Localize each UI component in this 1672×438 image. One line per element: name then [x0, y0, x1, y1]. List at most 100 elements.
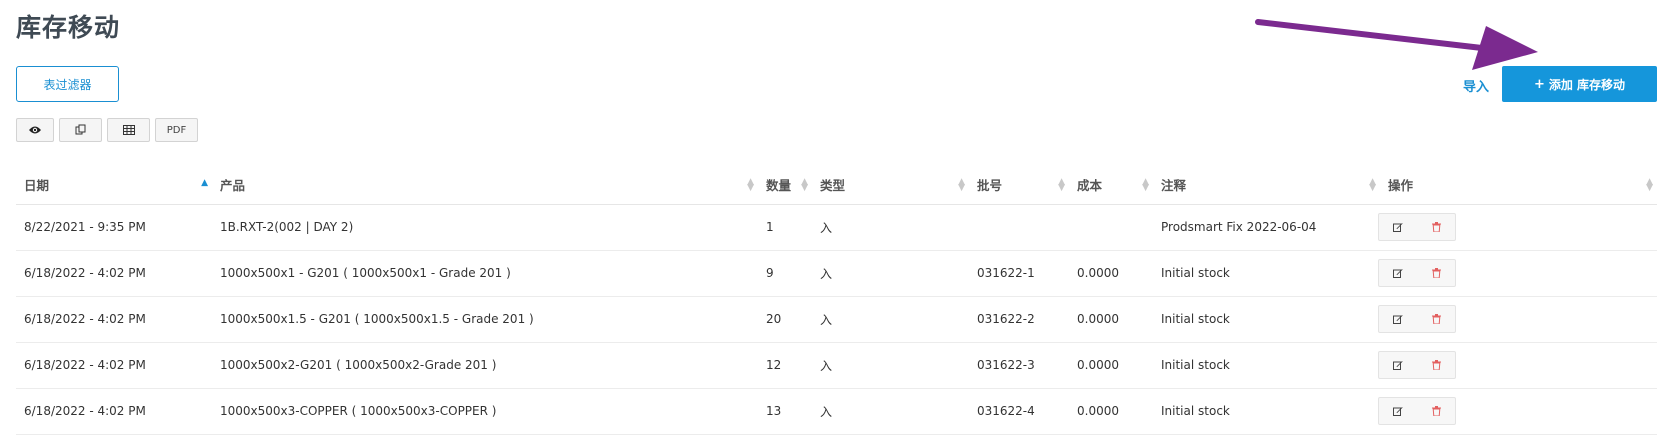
eye-icon [29, 126, 41, 134]
cell-cost: 0.0000 [1069, 342, 1153, 389]
cell-quantity: 1 [758, 204, 812, 251]
column-header-lot[interactable]: 批号 ▲ ▼ [969, 166, 1069, 205]
cell-lot: 031622-4 [969, 388, 1069, 435]
edit-icon [1393, 361, 1403, 370]
table-row: 6/18/2022 - 4:02 PM 1000x500x2-G201 ( 10… [16, 342, 1657, 389]
trash-icon [1431, 268, 1441, 278]
table-row: 6/18/2022 - 4:02 PM 1000x500x1.5 - G201 … [16, 296, 1657, 343]
cell-quantity: 20 [758, 296, 812, 343]
edit-icon [1393, 223, 1403, 232]
add-stock-movement-button[interactable]: + 添加 库存移动 [1502, 66, 1657, 102]
cell-actions [1378, 250, 1657, 297]
trash-icon [1431, 406, 1441, 416]
delete-button[interactable] [1431, 406, 1441, 416]
sort-icon: ▲ ▼ [747, 177, 754, 193]
stock-movements-table: 日期 ▲ 产品 ▲ ▼ 数量 ▲ ▼ 类型 ▲ ▼ 批号 ▲ ▼ 成本 ▲ ▼ 注释 ▲ ▼ 操作 ▲ ▼ 8… [16, 166, 1657, 435]
cell-actions [1378, 388, 1657, 435]
cell-cost: 0.0000 [1069, 296, 1153, 343]
edit-button[interactable] [1393, 314, 1403, 324]
cell-quantity: 12 [758, 342, 812, 389]
sort-asc-icon: ▲ [201, 178, 208, 188]
excel-export-button[interactable] [107, 118, 150, 142]
cell-actions [1378, 342, 1657, 389]
row-actions [1378, 259, 1456, 287]
import-link[interactable]: 导入 [1463, 76, 1489, 95]
cell-lot: 031622-3 [969, 342, 1069, 389]
column-header-quantity[interactable]: 数量 ▲ ▼ [758, 166, 812, 205]
cell-product: 1000x500x2-G201 ( 1000x500x2-Grade 201 ) [212, 342, 758, 389]
cell-cost: 0.0000 [1069, 250, 1153, 297]
column-header-actions[interactable]: 操作 ▲ ▼ [1380, 166, 1657, 205]
edit-button[interactable] [1393, 268, 1403, 278]
sort-icon: ▲ ▼ [958, 177, 965, 193]
row-actions [1378, 213, 1456, 241]
cell-quantity: 9 [758, 250, 812, 297]
table-icon [122, 125, 135, 135]
cell-quantity: 13 [758, 388, 812, 435]
cell-cost: 0.0000 [1069, 388, 1153, 435]
cell-type: 入 [812, 204, 969, 251]
trash-icon [1431, 222, 1441, 232]
annotation-arrow [1255, 19, 1538, 70]
row-actions [1378, 397, 1456, 425]
cell-date: 8/22/2021 - 9:35 PM [16, 204, 212, 251]
row-actions [1378, 351, 1456, 379]
pdf-export-button[interactable]: PDF [155, 118, 198, 142]
cell-lot [969, 204, 1069, 251]
delete-button[interactable] [1431, 222, 1441, 232]
sort-icon: ▲ ▼ [1058, 177, 1065, 193]
table-filter-button[interactable]: 表过滤器 [16, 66, 119, 102]
edit-button[interactable] [1393, 360, 1403, 370]
cell-note: Initial stock [1153, 296, 1380, 343]
row-actions [1378, 305, 1456, 333]
cell-actions [1378, 204, 1657, 251]
cell-note: Prodsmart Fix 2022-06-04 [1153, 204, 1380, 251]
cell-type: 入 [812, 250, 969, 297]
delete-button[interactable] [1431, 360, 1441, 370]
add-button-label: 添加 库存移动 [1548, 77, 1626, 92]
sort-icon: ▲ ▼ [1646, 177, 1653, 193]
column-header-type[interactable]: 类型 ▲ ▼ [812, 166, 969, 205]
column-header-cost[interactable]: 成本 ▲ ▼ [1069, 166, 1153, 205]
sort-icon: ▲ ▼ [1369, 177, 1376, 193]
edit-button[interactable] [1393, 406, 1403, 416]
cell-type: 入 [812, 296, 969, 343]
cell-product: 1000x500x1.5 - G201 ( 1000x500x1.5 - Gra… [212, 296, 758, 343]
trash-icon [1431, 360, 1441, 370]
cell-lot: 031622-2 [969, 296, 1069, 343]
table-row: 6/18/2022 - 4:02 PM 1000x500x3-COPPER ( … [16, 388, 1657, 435]
edit-icon [1393, 269, 1403, 278]
table-row: 6/18/2022 - 4:02 PM 1000x500x1 - G201 ( … [16, 250, 1657, 297]
cell-note: Initial stock [1153, 250, 1380, 297]
copy-icon [75, 124, 85, 135]
trash-icon [1431, 314, 1441, 324]
column-header-product[interactable]: 产品 ▲ ▼ [212, 166, 758, 205]
edit-icon [1393, 407, 1403, 416]
column-visibility-button[interactable] [16, 118, 54, 142]
cell-date: 6/18/2022 - 4:02 PM [16, 388, 212, 435]
edit-icon [1393, 315, 1403, 324]
cell-cost [1069, 204, 1153, 251]
column-header-note[interactable]: 注释 ▲ ▼ [1153, 166, 1380, 205]
cell-date: 6/18/2022 - 4:02 PM [16, 342, 212, 389]
table-row: 8/22/2021 - 9:35 PM 1B.RXT-2(002 | DAY 2… [16, 204, 1657, 251]
cell-lot: 031622-1 [969, 250, 1069, 297]
delete-button[interactable] [1431, 314, 1441, 324]
sort-icon: ▲ ▼ [801, 177, 808, 193]
edit-button[interactable] [1393, 222, 1403, 232]
table-header-row: 日期 ▲ 产品 ▲ ▼ 数量 ▲ ▼ 类型 ▲ ▼ 批号 ▲ ▼ 成本 ▲ ▼ 注释 ▲ ▼ 操作 ▲ ▼ [16, 166, 1657, 205]
copy-button[interactable] [59, 118, 102, 142]
cell-note: Initial stock [1153, 342, 1380, 389]
cell-product: 1B.RXT-2(002 | DAY 2) [212, 204, 758, 251]
sort-icon: ▲ ▼ [1142, 177, 1149, 193]
export-toolbar: PDF [16, 118, 198, 142]
cell-type: 入 [812, 388, 969, 435]
cell-actions [1378, 296, 1657, 343]
cell-date: 6/18/2022 - 4:02 PM [16, 296, 212, 343]
column-header-date[interactable]: 日期 ▲ [16, 166, 212, 205]
cell-product: 1000x500x1 - G201 ( 1000x500x1 - Grade 2… [212, 250, 758, 297]
delete-button[interactable] [1431, 268, 1441, 278]
cell-product: 1000x500x3-COPPER ( 1000x500x3-COPPER ) [212, 388, 758, 435]
plus-icon: + [1533, 76, 1545, 92]
cell-note: Initial stock [1153, 388, 1380, 435]
